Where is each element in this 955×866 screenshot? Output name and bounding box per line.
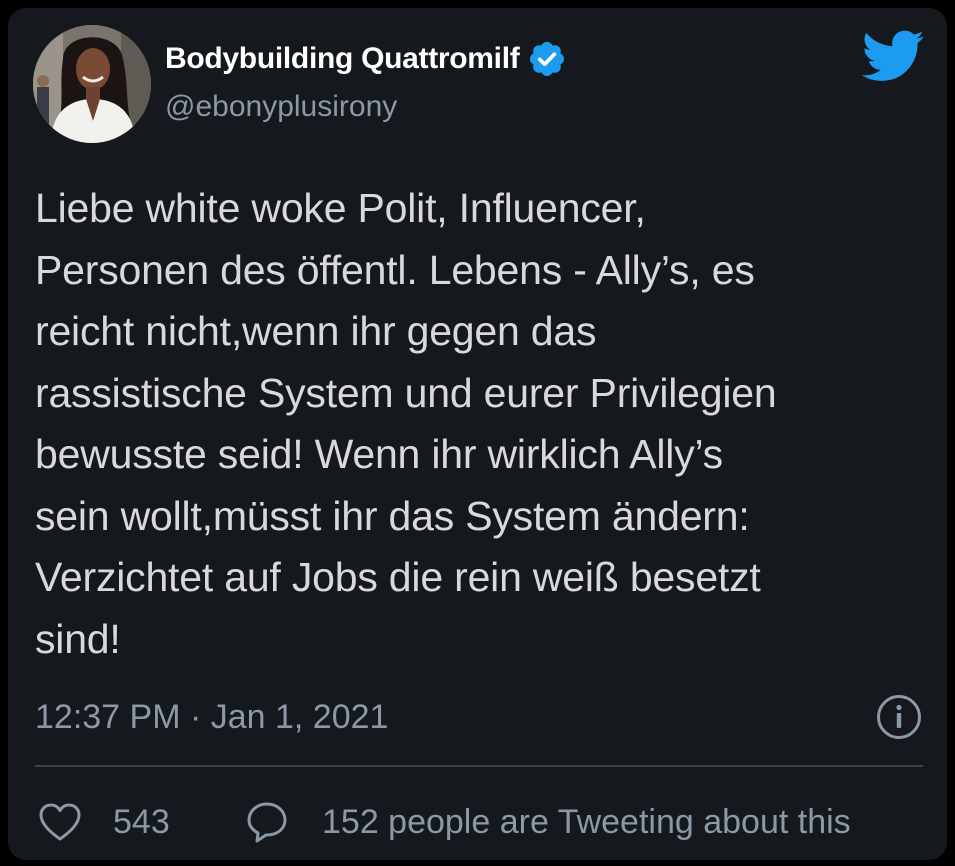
tweet-card: Bodybuilding Quattromilf @ebonyplusirony… — [8, 8, 947, 860]
tweet-text-line: Personen des öffentl. Lebens - Ally’s, e… — [35, 246, 755, 293]
avatar-photo — [33, 25, 151, 143]
tweet-text-line: sind! — [35, 615, 121, 662]
like-count[interactable]: 543 — [113, 802, 170, 842]
author-name-row[interactable]: Bodybuilding Quattromilf — [165, 39, 567, 79]
tweet-text-line: sein wollt,müsst ihr das System ändern: — [35, 492, 750, 539]
tweet-text-line: rassistische System und eurer Privilegie… — [35, 369, 777, 416]
verified-badge-icon — [527, 39, 567, 79]
tweet-text-line: reicht nicht,wenn ihr gegen das — [35, 308, 597, 354]
info-icon[interactable] — [876, 694, 922, 740]
twitter-bird-icon[interactable] — [861, 30, 924, 85]
author-handle[interactable]: @ebonyplusirony — [165, 89, 397, 125]
tweet-timestamp[interactable]: 12:37 PM · Jan 1, 2021 — [35, 697, 388, 737]
tweeting-about-link[interactable]: 152 people are Tweeting about this — [322, 802, 851, 842]
divider — [35, 765, 923, 767]
heart-icon[interactable] — [38, 802, 82, 842]
tweet-text-line: bewusste seid! Wenn ihr wirklich Ally’s — [35, 431, 723, 477]
tweet-text: Liebe white woke Polit, Influencer, Pers… — [35, 178, 935, 670]
avatar[interactable] — [33, 25, 151, 143]
author-display-name[interactable]: Bodybuilding Quattromilf — [165, 41, 520, 77]
tweet-text-line: Verzichtet auf Jobs die rein weiß besetz… — [35, 554, 761, 600]
tweet-text-line: Liebe white woke Polit, Influencer, — [35, 185, 646, 231]
speech-bubble-icon[interactable] — [246, 801, 288, 843]
